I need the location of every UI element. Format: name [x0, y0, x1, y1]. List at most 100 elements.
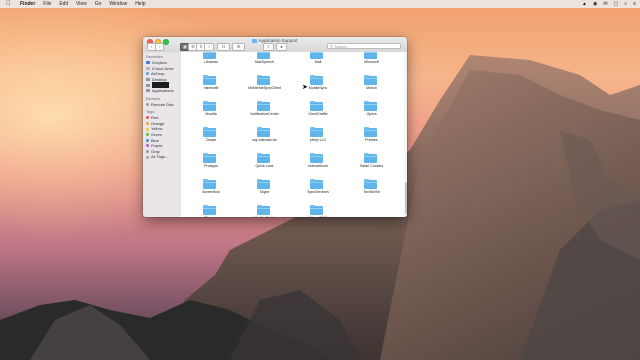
search-icon: ⚲ — [330, 44, 333, 49]
folder-label: minecraft — [203, 86, 219, 90]
folder-icon — [203, 152, 216, 163]
folder-icon — [363, 100, 377, 111]
folder-label: Safari Cookies — [359, 164, 384, 168]
folder-icon — [256, 152, 270, 163]
folder-label: MacSpeech — [255, 60, 274, 64]
forward-button[interactable]: › — [155, 43, 164, 51]
menu-app-name[interactable]: Finder — [20, 0, 35, 8]
folder-item[interactable]: WebEx Folder — [237, 204, 293, 217]
search-placeholder: Search — [334, 44, 347, 49]
folder-item[interactable]: pleep LLC — [290, 126, 346, 152]
folder-icon — [256, 178, 270, 189]
folder-icon — [363, 152, 377, 163]
folder-label: WebEx Folder — [237, 216, 293, 217]
folder-item[interactable]: Skype — [237, 178, 293, 204]
folder-label: Microsoft — [364, 60, 379, 64]
folder-item[interactable]: Microsoft — [344, 52, 400, 74]
action-button[interactable]: ⚙ — [232, 43, 245, 51]
sidebar-header-tags: Tags — [146, 110, 155, 115]
folder-label: MobileSync — [308, 86, 328, 90]
folder-item[interactable]: Motion — [344, 74, 400, 100]
folder-label: Screenflow — [202, 190, 220, 194]
folder-item[interactable]: SyncServices — [290, 178, 346, 204]
folder-label: OmniGraffle — [308, 112, 328, 116]
disc-icon — [146, 102, 149, 106]
folder-label: Quick Look — [255, 164, 274, 168]
folder-item[interactable]: Mozilla — [183, 100, 239, 126]
share-button[interactable]: ⇪ — [263, 43, 274, 51]
tag-dot-icon — [146, 116, 149, 120]
applications-icon — [146, 89, 150, 93]
folder-icon — [363, 178, 377, 189]
folder-item[interactable]: rednotebook — [290, 152, 346, 178]
folder-label: Librarian — [204, 60, 218, 64]
scrollbar[interactable] — [404, 52, 407, 217]
folder-icon — [363, 52, 377, 59]
status-icon-4[interactable]: ▢ — [614, 0, 619, 8]
folder-label: Preview — [365, 138, 378, 142]
menubar-status-area: ▲ ◉ ✉ ▢ ⌕ ≡ — [576, 0, 636, 8]
folder-label: ProApps — [204, 164, 218, 168]
folder-item[interactable]: Safari Cookies — [344, 152, 400, 178]
arrange-button[interactable]: ☷ — [217, 43, 230, 51]
folder-item[interactable]: MacSpeech — [237, 52, 293, 74]
folder-icon — [256, 74, 270, 85]
status-icon-3[interactable]: ✉ — [603, 0, 607, 8]
tag-dot-icon — [146, 122, 149, 126]
folder-item[interactable]: OmniGraffle — [290, 100, 346, 126]
menu-file[interactable]: File — [43, 0, 51, 8]
status-icon-1[interactable]: ▲ — [582, 0, 587, 8]
folder-label: Motion — [366, 86, 377, 90]
folder-item[interactable]: Opera — [344, 100, 400, 126]
folder-item[interactable]: NotificationCenter — [237, 100, 293, 126]
cover-flow-button[interactable]: ⫶ — [204, 43, 214, 51]
notification-center-icon[interactable]: ≡ — [633, 0, 636, 8]
folder-item[interactable]: MobileSync — [290, 74, 346, 100]
folder-label: Oracle — [205, 138, 217, 142]
folder-item[interactable]: org.videolan.vlc — [237, 126, 293, 152]
folder-item[interactable]: Titanium — [183, 204, 239, 217]
folder-grid: Librarian MacSpeech Mail Microsoft minecraft… — [181, 52, 407, 217]
folder-item[interactable]: MobileMeSyncClient — [237, 74, 293, 100]
folder-icon — [363, 74, 377, 85]
tag-button[interactable]: ● — [276, 43, 287, 51]
scrollbar-thumb[interactable] — [404, 182, 407, 214]
menu-window[interactable]: Window — [109, 0, 127, 8]
folder-icon — [203, 100, 216, 111]
tag-dot-icon — [146, 133, 149, 137]
folder-icon — [310, 52, 323, 59]
folder-item[interactable]: Librarian — [183, 52, 239, 74]
airdrop-icon — [146, 72, 149, 76]
menu-edit[interactable]: Edit — [59, 0, 68, 8]
apple-icon[interactable]:  — [6, 0, 12, 8]
menu-bar:  Finder File Edit View Go Window Help ▲… — [0, 0, 640, 8]
folder-icon — [203, 178, 216, 189]
tag-dot-icon — [146, 144, 149, 148]
folder-item[interactable]: Preview — [344, 126, 400, 152]
menu-help[interactable]: Help — [135, 0, 145, 8]
status-icon-2[interactable]: ◉ — [593, 0, 597, 8]
sidebar-item-applications[interactable]: Applications — [143, 88, 181, 94]
window-titlebar[interactable]: Application Support ‹ › ▦ ☰ ⫴ ⫶ ☷ ⚙ ⇪ ● … — [143, 37, 407, 53]
folder-label: Titanium — [183, 216, 239, 217]
folder-label: Skype — [259, 190, 270, 194]
folder-item[interactable]: Oracle — [183, 126, 239, 152]
finder-window: Application Support ‹ › ▦ ☰ ⫴ ⫶ ☷ ⚙ ⇪ ● … — [143, 37, 407, 217]
folder-item[interactable]: Mail — [290, 52, 346, 74]
folder-icon — [256, 52, 270, 59]
search-input[interactable]: ⚲ Search — [327, 43, 401, 49]
tag-dot-icon — [146, 127, 149, 131]
folder-icon — [310, 100, 323, 111]
folder-item[interactable]: TechSmith — [344, 178, 400, 204]
folder-item[interactable]: ProApps — [183, 152, 239, 178]
sidebar-item-remote-disc[interactable]: Remote Disc — [143, 102, 181, 108]
menu-go[interactable]: Go — [95, 0, 102, 8]
folder-item[interactable]: Wraps2013 — [290, 204, 346, 217]
spotlight-icon[interactable]: ⌕ — [624, 0, 627, 8]
folder-item[interactable]: Quick Look — [237, 152, 293, 178]
sidebar-tag-all[interactable]: All Tags... — [143, 154, 181, 160]
folder-item[interactable]: minecraft — [183, 74, 239, 100]
folder-item[interactable]: Screenflow — [183, 178, 239, 204]
menu-view[interactable]: View — [76, 0, 87, 8]
cloud-icon — [146, 66, 150, 70]
